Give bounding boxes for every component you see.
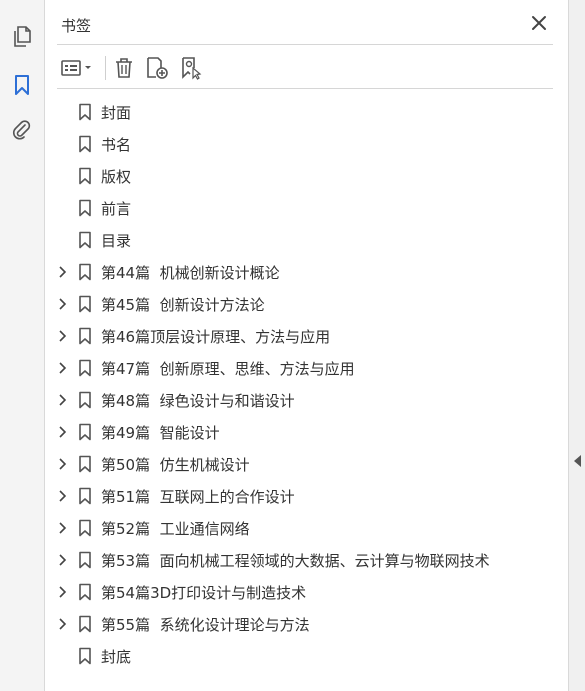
- bookmark-icon: [15, 75, 29, 95]
- chevron-right-icon[interactable]: [58, 394, 68, 406]
- chevron-right-icon[interactable]: [58, 490, 68, 502]
- divider: [57, 44, 553, 45]
- bookmark-icon: [79, 295, 91, 313]
- chevron-right-icon[interactable]: [58, 554, 68, 566]
- bookmark-from-selection-icon: [182, 57, 202, 80]
- bookmark-item[interactable]: 第49篇 智能设计: [45, 416, 568, 448]
- new-bookmark-icon: [147, 57, 168, 79]
- bookmark-label: 目录: [101, 232, 132, 250]
- delete-icon: [116, 58, 132, 78]
- bookmark-icon: [79, 199, 91, 217]
- close-icon: [532, 16, 546, 30]
- bookmark-tree: 封面书名版权前言目录第44篇 机械创新设计概论 第45篇 创新设计方法论第46篇顶…: [45, 96, 568, 672]
- divider: [57, 88, 553, 89]
- bookmark-item[interactable]: 封底: [45, 640, 568, 672]
- bookmark-icon: [79, 455, 91, 473]
- bookmark-label: 版权: [101, 168, 132, 186]
- toolbar-separator: [105, 56, 106, 80]
- bookmark-item[interactable]: 第52篇 工业通信网络: [45, 512, 568, 544]
- bookmark-icon: [79, 103, 91, 121]
- collapse-arrow-icon[interactable]: [574, 455, 581, 467]
- bookmark-icon: [79, 615, 91, 633]
- bookmark-icon: [79, 327, 91, 345]
- bookmark-item[interactable]: 第51篇 互联网上的合作设计: [45, 480, 568, 512]
- bookmark-icon: [79, 263, 91, 281]
- close-panel-button[interactable]: [530, 14, 548, 32]
- bookmark-icon: [79, 167, 91, 185]
- bookmark-label: 第54篇3D打印设计与制造技术: [101, 584, 307, 602]
- bookmark-item[interactable]: 第50篇 仿生机械设计: [45, 448, 568, 480]
- attachments-button[interactable]: [8, 116, 36, 144]
- bookmark-label: 第50篇 仿生机械设计: [101, 456, 250, 474]
- bookmark-label: 第51篇 互联网上的合作设计: [101, 488, 295, 506]
- bookmark-item[interactable]: 目录: [45, 224, 568, 256]
- bookmark-item[interactable]: 第44篇 机械创新设计概论: [45, 256, 568, 288]
- bookmark-label: 第55篇 系统化设计理论与方法: [101, 616, 310, 634]
- chevron-right-icon[interactable]: [58, 266, 68, 278]
- bookmark-icon: [79, 391, 91, 409]
- bookmark-icon: [79, 647, 91, 665]
- bookmark-label: 第46篇顶层设计原理、方法与应用: [101, 328, 331, 346]
- bookmark-label: 第44篇 机械创新设计概论: [101, 264, 280, 282]
- bookmark-icon: [79, 487, 91, 505]
- chevron-right-icon[interactable]: [58, 298, 68, 310]
- bookmark-icon: [79, 135, 91, 153]
- bookmark-item[interactable]: 版权: [45, 160, 568, 192]
- chevron-right-icon[interactable]: [58, 426, 68, 438]
- bookmark-icon: [79, 231, 91, 249]
- chevron-right-icon[interactable]: [58, 362, 68, 374]
- bookmark-icon: [79, 583, 91, 601]
- chevron-right-icon[interactable]: [58, 586, 68, 598]
- delete-bookmark-button[interactable]: [111, 54, 137, 82]
- bookmarks-panel: 书签 封面 书名 版权 前言 目录 第44篇 机械创新设计概论 第45篇 创新设…: [45, 0, 568, 691]
- bookmark-label: 封面: [101, 104, 132, 122]
- chevron-right-icon[interactable]: [58, 618, 68, 630]
- page-thumbnails-button[interactable]: [8, 23, 36, 51]
- bookmark-label: 第53篇 面向机械工程领域的大数据、云计算与物联网技术: [101, 552, 490, 570]
- pages-icon: [14, 26, 31, 47]
- bookmark-label: 第47篇 创新原理、思维、方法与应用: [101, 360, 355, 378]
- bookmark-item[interactable]: 第45篇 创新设计方法论: [45, 288, 568, 320]
- attachment-icon: [13, 120, 31, 140]
- bookmark-label: 前言: [101, 200, 132, 218]
- bookmark-icon: [79, 423, 91, 441]
- bookmark-from-selection-button[interactable]: [178, 54, 204, 82]
- chevron-right-icon[interactable]: [58, 458, 68, 470]
- bookmark-item[interactable]: 第54篇3D打印设计与制造技术: [45, 576, 568, 608]
- bookmark-label: 封底: [101, 648, 132, 666]
- bookmark-icon: [79, 519, 91, 537]
- bookmark-item[interactable]: 书名: [45, 128, 568, 160]
- bookmark-label: 书名: [101, 136, 132, 154]
- bookmark-label: 第52篇 工业通信网络: [101, 520, 250, 538]
- bookmarks-button[interactable]: [8, 71, 36, 99]
- bookmark-item[interactable]: 封面: [45, 96, 568, 128]
- bookmark-item[interactable]: 第46篇顶层设计原理、方法与应用: [45, 320, 568, 352]
- panel-splitter[interactable]: [568, 0, 585, 691]
- bookmark-label: 第45篇 创新设计方法论: [101, 296, 265, 314]
- bookmark-icon: [79, 359, 91, 377]
- bookmark-item[interactable]: 前言: [45, 192, 568, 224]
- options-menu-icon: [61, 60, 91, 76]
- panel-title: 书签: [61, 17, 92, 35]
- bookmark-item[interactable]: 第47篇 创新原理、思维、方法与应用: [45, 352, 568, 384]
- new-bookmark-button[interactable]: [144, 54, 170, 82]
- chevron-right-icon[interactable]: [58, 330, 68, 342]
- bookmark-icon: [79, 551, 91, 569]
- options-menu-button[interactable]: [59, 54, 99, 82]
- bookmark-label: 第49篇 智能设计: [101, 424, 220, 442]
- bookmark-item[interactable]: 第53篇 面向机械工程领域的大数据、云计算与物联网技术: [45, 544, 568, 576]
- navigation-rail: [0, 0, 45, 691]
- bookmark-label: 第48篇 绿色设计与和谐设计: [101, 392, 295, 410]
- bookmark-item[interactable]: 第55篇 系统化设计理论与方法: [45, 608, 568, 640]
- bookmark-item[interactable]: 第48篇 绿色设计与和谐设计: [45, 384, 568, 416]
- chevron-right-icon[interactable]: [58, 522, 68, 534]
